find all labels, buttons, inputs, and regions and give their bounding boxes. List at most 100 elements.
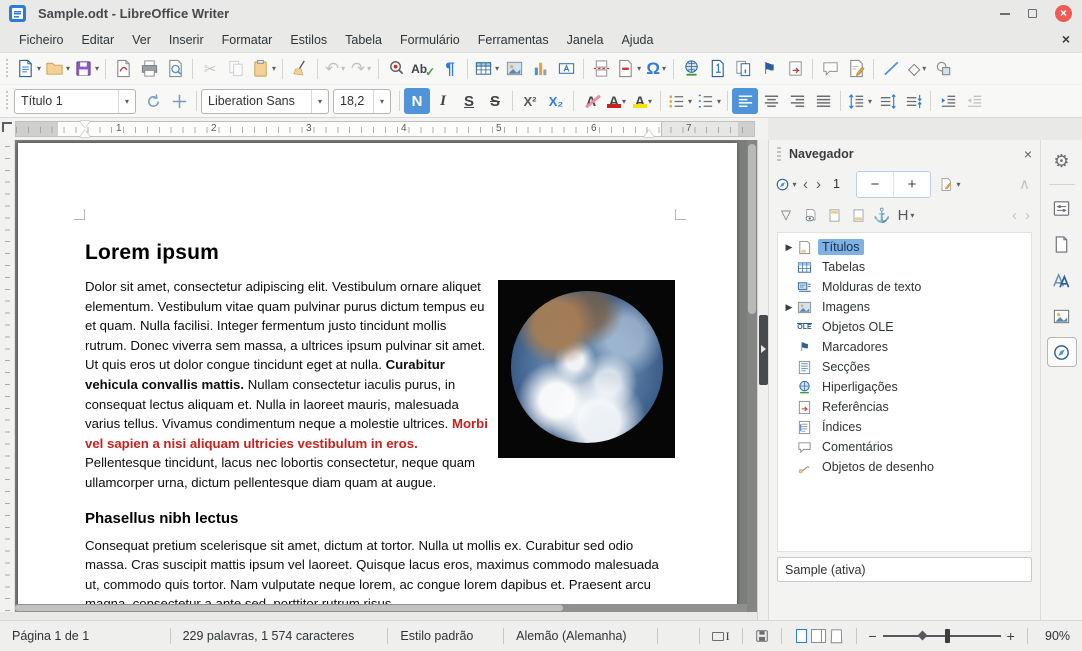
- insert-page-break-button[interactable]: [588, 56, 614, 82]
- highlight-color-dropdown[interactable]: ▾: [648, 97, 652, 106]
- first-line-indent-marker[interactable]: [80, 121, 90, 128]
- menu-estilos[interactable]: Estilos: [281, 29, 336, 51]
- bullet-list-button[interactable]: ▾: [665, 88, 694, 114]
- menu-ver[interactable]: Ver: [123, 29, 160, 51]
- menu-ajuda[interactable]: Ajuda: [612, 29, 662, 51]
- numbered-list-dropdown[interactable]: ▾: [717, 97, 721, 106]
- insert-textbox-button[interactable]: [553, 56, 579, 82]
- paste-button[interactable]: ▾: [249, 56, 278, 82]
- vertical-scrollbar[interactable]: [747, 140, 757, 612]
- horizontal-ruler[interactable]: 1 2 3 4 5 6 7: [0, 118, 768, 140]
- sidebar-properties-tab[interactable]: [1047, 193, 1077, 223]
- sidebar-splitter-handle[interactable]: [759, 315, 768, 385]
- menu-formulario[interactable]: Formulário: [391, 29, 469, 51]
- menu-editar[interactable]: Editar: [72, 29, 123, 51]
- tree-item-label[interactable]: Índices: [818, 419, 866, 435]
- insert-hyperlink-button[interactable]: [678, 56, 704, 82]
- update-style-button[interactable]: [140, 88, 166, 114]
- sidebar-settings-tab[interactable]: ⚙: [1047, 146, 1077, 176]
- bold-button[interactable]: N: [404, 88, 430, 114]
- tree-item-marcadores[interactable]: ⚑ Marcadores: [778, 337, 1031, 357]
- heading-levels-dropdown[interactable]: ▾: [910, 211, 914, 220]
- zoom-in-button[interactable]: +: [1007, 628, 1015, 644]
- font-name-dropdown[interactable]: ▾: [310, 89, 322, 113]
- menu-inserir[interactable]: Inserir: [160, 29, 213, 51]
- tree-item-label[interactable]: Tabelas: [818, 259, 869, 275]
- tree-item-seccoes[interactable]: Secções: [778, 357, 1031, 377]
- print-preview-button[interactable]: [162, 56, 188, 82]
- paragraph-style-dropdown[interactable]: ▾: [117, 89, 129, 113]
- paste-dropdown[interactable]: ▾: [272, 64, 276, 73]
- right-indent-marker[interactable]: [644, 130, 654, 137]
- content-filter-button[interactable]: ▽: [775, 203, 797, 227]
- tree-item-indices[interactable]: Índices: [778, 417, 1031, 437]
- tree-item-label[interactable]: Títulos: [818, 239, 864, 255]
- sidebar-gallery-tab[interactable]: [1047, 301, 1077, 331]
- tree-item-objetos-desenho[interactable]: Objetos de desenho: [778, 457, 1031, 477]
- tree-item-label[interactable]: Imagens: [818, 299, 874, 315]
- special-character-dropdown[interactable]: ▾: [662, 64, 666, 73]
- sidebar-styles-tab[interactable]: [1047, 265, 1077, 295]
- font-name-combo[interactable]: Liberation Sans ▾: [201, 88, 329, 114]
- header-button[interactable]: [823, 203, 845, 227]
- font-size-dropdown[interactable]: ▾: [372, 89, 384, 113]
- justify-button[interactable]: [810, 88, 836, 114]
- restore-button[interactable]: [1028, 9, 1037, 18]
- page-spinner-minus[interactable]: −: [857, 176, 893, 193]
- page-indicator[interactable]: Página 1 de 1: [0, 627, 170, 645]
- font-size-combo[interactable]: 18,2 ▾: [333, 88, 391, 114]
- tree-item-titulos[interactable]: ▶ Títulos: [778, 237, 1031, 257]
- new-style-button[interactable]: [166, 88, 192, 114]
- navigator-close-icon[interactable]: ×: [1024, 146, 1032, 162]
- document-page[interactable]: Lorem ipsum Dolor sit amet, consectetur …: [18, 143, 737, 612]
- find-replace-button[interactable]: [383, 56, 409, 82]
- next-page-button[interactable]: ›: [812, 176, 825, 193]
- tree-item-label[interactable]: Objetos OLE: [818, 319, 898, 335]
- menu-ficheiro[interactable]: Ficheiro: [10, 29, 72, 51]
- insert-mode-indicator[interactable]: I: [700, 627, 742, 645]
- open-file-button[interactable]: ▾: [43, 56, 72, 82]
- bullet-list-dropdown[interactable]: ▾: [688, 97, 692, 106]
- zoom-slider[interactable]: − +: [856, 627, 1026, 645]
- active-document-selector[interactable]: Sample (ativa): [777, 557, 1032, 582]
- navigator-page-number[interactable]: 1: [825, 177, 848, 191]
- menu-formatar[interactable]: Formatar: [213, 29, 282, 51]
- zoom-slider-track[interactable]: [882, 629, 1001, 643]
- navigator-grip[interactable]: [777, 147, 781, 161]
- align-center-button[interactable]: [758, 88, 784, 114]
- basic-shapes-button[interactable]: ◇ ▾: [904, 56, 930, 82]
- close-document-icon[interactable]: ×: [1062, 31, 1070, 47]
- tree-item-label[interactable]: Secções: [818, 359, 874, 375]
- increase-paragraph-spacing-button[interactable]: [874, 88, 900, 114]
- multi-page-view-button[interactable]: [810, 629, 822, 643]
- toolbar-grip[interactable]: [4, 91, 11, 111]
- underline-button[interactable]: S: [456, 88, 482, 114]
- insert-line-button[interactable]: [878, 56, 904, 82]
- sidebar-splitter[interactable]: [757, 140, 768, 620]
- expander-icon[interactable]: ▶: [782, 242, 796, 253]
- tree-item-tabelas[interactable]: Tabelas: [778, 257, 1031, 277]
- anchor-text-button[interactable]: ⚓: [871, 203, 893, 227]
- selection-mode-indicator[interactable]: [658, 627, 699, 645]
- new-document-dropdown[interactable]: ▾: [37, 64, 41, 73]
- paragraph-style-combo[interactable]: Título 1 ▾: [14, 88, 136, 114]
- basic-shapes-dropdown[interactable]: ▾: [922, 64, 926, 73]
- print-button[interactable]: [136, 56, 162, 82]
- tree-item-label[interactable]: Marcadores: [818, 339, 892, 355]
- tree-item-label[interactable]: Objetos de desenho: [818, 459, 938, 475]
- tree-item-label[interactable]: Referências: [818, 399, 893, 415]
- insert-page-count-button[interactable]: [730, 56, 756, 82]
- horizontal-scrollbar-thumb[interactable]: [15, 605, 563, 611]
- highlight-color-button[interactable]: A ▾: [630, 88, 656, 114]
- title-bar[interactable]: Sample.odt - LibreOffice Writer ×: [0, 0, 1082, 27]
- numbered-list-button[interactable]: ▾: [694, 88, 723, 114]
- line-spacing-button[interactable]: ▾: [845, 88, 874, 114]
- document-modified-indicator[interactable]: [743, 627, 781, 645]
- menu-tabela[interactable]: Tabela: [336, 29, 391, 51]
- zoom-out-button[interactable]: −: [868, 628, 876, 644]
- left-indent-marker[interactable]: [80, 130, 90, 137]
- insert-table-button[interactable]: ▾: [472, 56, 501, 82]
- close-button[interactable]: ×: [1055, 5, 1072, 22]
- language-indicator[interactable]: Alemão (Alemanha): [504, 627, 657, 645]
- superscript-button[interactable]: X²: [517, 88, 543, 114]
